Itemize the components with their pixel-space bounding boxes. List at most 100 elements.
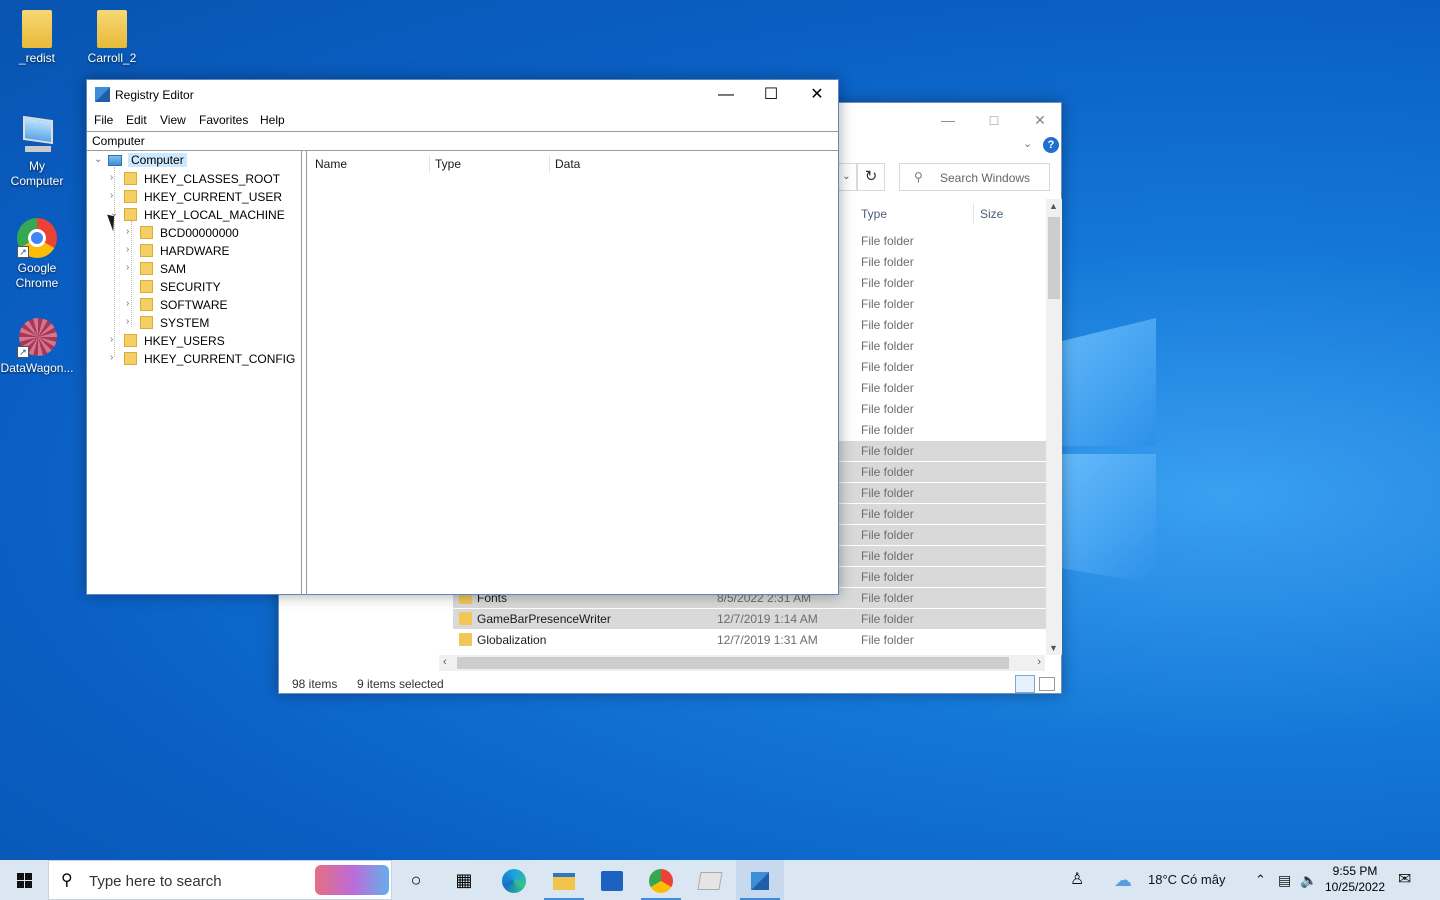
- search-icon: ⚲: [914, 170, 923, 184]
- column-header-type[interactable]: Type: [435, 157, 461, 171]
- file-type: File folder: [861, 465, 914, 479]
- file-row[interactable]: Globalization 12/7/2019 1:31 AM File folde…: [453, 630, 1046, 650]
- column-separator[interactable]: [549, 155, 550, 173]
- expand-chevron-icon[interactable]: ›: [110, 352, 120, 363]
- search-placeholder: Search Windows: [940, 171, 1031, 185]
- scroll-right-arrow-icon[interactable]: ›: [1037, 656, 1041, 668]
- horizontal-scrollbar[interactable]: ‹ ›: [439, 655, 1045, 671]
- close-button[interactable]: ✕: [794, 80, 840, 110]
- address-bar[interactable]: Computer: [87, 131, 838, 151]
- refresh-button[interactable]: ↻: [857, 163, 885, 191]
- expand-chevron-icon[interactable]: ›: [110, 172, 120, 183]
- column-separator[interactable]: [973, 203, 974, 223]
- folder-icon: [97, 10, 127, 48]
- collapse-chevron-icon[interactable]: ⌄: [94, 154, 104, 165]
- chrome-taskbar-icon[interactable]: [637, 860, 685, 900]
- edge-icon[interactable]: [490, 860, 538, 900]
- menu-favorites[interactable]: Favorites: [199, 113, 248, 127]
- expand-chevron-icon[interactable]: ›: [110, 334, 120, 345]
- volume-icon[interactable]: 🔈: [1300, 860, 1317, 900]
- column-header-type[interactable]: Type: [861, 207, 887, 221]
- column-separator[interactable]: [429, 155, 430, 173]
- task-view-button[interactable]: ▦: [440, 860, 488, 900]
- scroll-up-arrow-icon[interactable]: ▲: [1049, 201, 1058, 211]
- tree-node-label: SOFTWARE: [160, 298, 228, 312]
- scrollbar-thumb[interactable]: [1048, 217, 1060, 299]
- start-button[interactable]: [0, 860, 48, 900]
- file-name: GameBarPresenceWriter: [477, 612, 611, 626]
- desktop-icon-label: _redist: [18, 51, 56, 65]
- expand-chevron-icon[interactable]: ›: [126, 244, 136, 255]
- search-highlight-icon: [315, 865, 389, 895]
- address-dropdown-chevron-icon[interactable]: ⌄: [837, 163, 857, 191]
- folder-icon: [124, 352, 137, 365]
- expand-chevron-icon[interactable]: ›: [110, 190, 120, 201]
- desktop-icon-chrome[interactable]: ↗ Google Chrome: [0, 218, 74, 291]
- vertical-scrollbar[interactable]: ▲ ▼: [1046, 199, 1062, 655]
- help-icon[interactable]: ?: [1043, 137, 1059, 153]
- column-header-data[interactable]: Data: [555, 157, 580, 171]
- menu-help[interactable]: Help: [260, 113, 285, 127]
- minimize-button[interactable]: —: [925, 109, 971, 131]
- file-type: File folder: [861, 360, 914, 374]
- notifications-icon[interactable]: ✉: [1398, 860, 1411, 900]
- folder-icon: [22, 10, 52, 48]
- file-explorer-icon[interactable]: [540, 860, 588, 900]
- window-title: Registry Editor: [115, 88, 194, 102]
- clock[interactable]: 9:55 PM 10/25/2022: [1322, 863, 1388, 895]
- folder-icon: [459, 612, 472, 625]
- file-type: File folder: [861, 486, 914, 500]
- tree-node-label: HKEY_CURRENT_CONFIG: [144, 352, 296, 366]
- desktop-icon-my-computer[interactable]: My Computer: [0, 115, 74, 189]
- people-icon[interactable]: ♙: [1070, 860, 1084, 900]
- desktop-icon-redist[interactable]: _redist: [0, 10, 74, 66]
- scroll-left-arrow-icon[interactable]: ‹: [443, 656, 447, 668]
- tree-node-label: HKEY_CURRENT_USER: [144, 190, 283, 204]
- column-header-name[interactable]: Name: [315, 157, 347, 171]
- taskbar-search-box[interactable]: ⚲ Type here to search: [48, 860, 392, 900]
- menu-file[interactable]: File: [94, 113, 113, 127]
- column-header-size[interactable]: Size: [980, 207, 1003, 221]
- regedit-taskbar-icon[interactable]: [736, 860, 784, 900]
- menu-view[interactable]: View: [160, 113, 186, 127]
- expand-ribbon-chevron-icon[interactable]: ⌄: [1023, 137, 1032, 150]
- desktop-icon-label: Google Chrome: [15, 261, 59, 290]
- file-type: File folder: [861, 591, 914, 605]
- search-box[interactable]: ⚲ Search Windows: [899, 163, 1050, 191]
- app-window-icon[interactable]: [686, 860, 734, 900]
- windows-logo-pane: [1062, 318, 1156, 446]
- details-view-icon[interactable]: [1015, 675, 1035, 693]
- tree-node-label: SYSTEM: [160, 316, 210, 330]
- desktop-icon-carroll[interactable]: Carroll_2: [75, 10, 149, 66]
- minimize-button[interactable]: —: [703, 80, 749, 110]
- show-hidden-icons-chevron-icon[interactable]: ⌃: [1255, 860, 1266, 900]
- menu-bar: File Edit View Favorites Help: [87, 110, 838, 130]
- store-icon[interactable]: [588, 860, 636, 900]
- clock-date: 10/25/2022: [1324, 880, 1386, 894]
- values-list[interactable]: Name Type Data: [306, 151, 838, 595]
- file-type: File folder: [861, 444, 914, 458]
- expand-chevron-icon[interactable]: ›: [126, 262, 136, 273]
- expand-chevron-icon[interactable]: ›: [126, 298, 136, 309]
- expand-chevron-icon[interactable]: ›: [126, 316, 136, 327]
- registry-editor-window[interactable]: Registry Editor — ☐ ✕ File Edit View Fav…: [86, 79, 839, 595]
- cortana-button[interactable]: ○: [392, 860, 440, 900]
- maximize-button[interactable]: □: [971, 109, 1017, 131]
- file-type: File folder: [861, 255, 914, 269]
- maximize-button[interactable]: ☐: [748, 80, 794, 110]
- expand-chevron-icon[interactable]: ›: [126, 226, 136, 237]
- desktop-icon-datawagon[interactable]: ↗ DataWagon...: [0, 318, 74, 376]
- folder-icon: [140, 244, 153, 257]
- folder-icon: [459, 633, 472, 646]
- scroll-down-arrow-icon[interactable]: ▼: [1049, 643, 1058, 653]
- file-type: File folder: [861, 318, 914, 332]
- weather-text[interactable]: 18°C Có mây: [1148, 860, 1225, 900]
- network-icon[interactable]: ▤: [1278, 860, 1291, 900]
- file-row[interactable]: GameBarPresenceWriter 12/7/2019 1:14 AM Fi…: [453, 609, 1046, 629]
- large-icons-view-icon[interactable]: [1039, 677, 1055, 691]
- scrollbar-thumb[interactable]: [457, 657, 1009, 669]
- weather-cloud-icon[interactable]: ☁: [1114, 860, 1132, 900]
- title-bar[interactable]: Registry Editor — ☐ ✕: [87, 80, 838, 110]
- menu-edit[interactable]: Edit: [126, 113, 147, 127]
- close-button[interactable]: ✕: [1017, 109, 1063, 131]
